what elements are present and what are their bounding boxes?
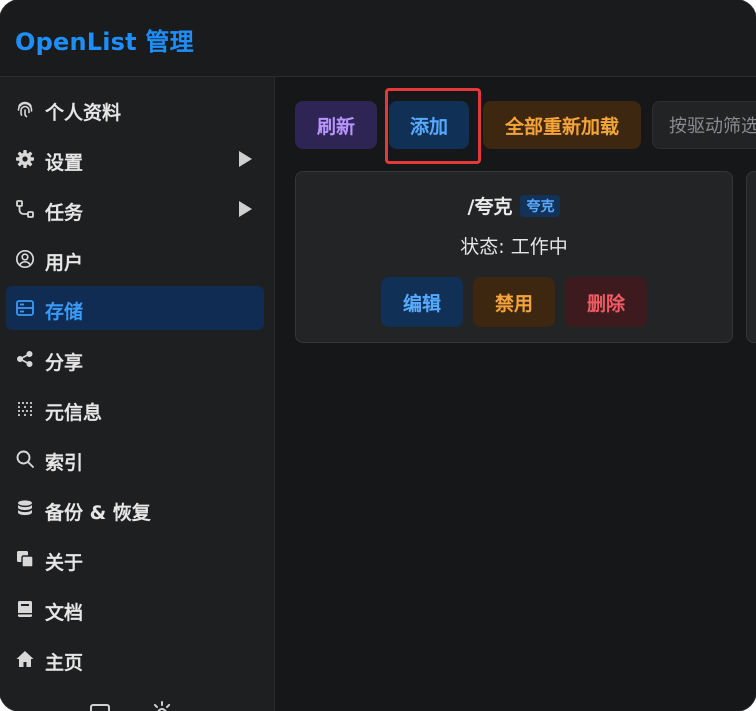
storage-status: 状态: 工作中 <box>460 236 568 258</box>
disable-button[interactable]: 禁用 <box>473 277 555 327</box>
share-icon <box>15 349 35 369</box>
sidebar-item-metadata[interactable]: 元信息 <box>6 387 264 431</box>
sidebar-item-label: 索引 <box>45 452 84 474</box>
main-content: 刷新 添加 全部重新加载 按驱动筛选 /夸克 夸克 状态: 工作中 编辑 禁用 删… <box>275 77 756 711</box>
storage-card-title: /夸克 夸克 <box>296 192 732 219</box>
storage-card-partial <box>746 171 756 343</box>
sidebar-item-label: 用户 <box>45 252 84 274</box>
sidebar-item-index[interactable]: 索引 <box>6 437 264 481</box>
sidebar-item-label: 元信息 <box>45 402 103 424</box>
sidebar-item-label: 主页 <box>45 652 84 674</box>
sidebar-item-backup-restore[interactable]: 备份 & 恢复 <box>6 487 264 531</box>
filter-placeholder: 按驱动筛选 <box>669 116 756 137</box>
sidebar-item-tasks[interactable]: 任务 <box>6 187 264 231</box>
sidebar-item-storage[interactable]: 存储 <box>6 286 264 330</box>
delete-button[interactable]: 删除 <box>565 277 647 327</box>
mount-path: /夸克 <box>467 196 513 218</box>
app-window: OpenList 管理 个人资料 设置 任务 用户 存储 分享 元信息 索引 备… <box>0 0 756 711</box>
refresh-button[interactable]: 刷新 <box>295 101 377 149</box>
sidebar-item-profile[interactable]: 个人资料 <box>6 87 264 131</box>
sidebar-item-label: 文档 <box>45 602 84 624</box>
edit-button[interactable]: 编辑 <box>381 277 463 327</box>
fingerprint-icon <box>15 99 35 119</box>
gear-icon <box>15 149 35 169</box>
storage-card: /夸克 夸克 状态: 工作中 编辑 禁用 删除 <box>295 171 733 343</box>
sidebar-item-about[interactable]: 关于 <box>6 537 264 581</box>
sidebar-item-label: 设置 <box>45 152 84 174</box>
storage-icon <box>15 298 35 318</box>
database-icon <box>15 499 35 519</box>
driver-filter-input[interactable]: 按驱动筛选 <box>652 101 756 149</box>
theme-icon[interactable] <box>88 702 112 711</box>
home-icon <box>15 649 35 669</box>
sidebar-item-label: 备份 & 恢复 <box>45 502 151 524</box>
copy-icon <box>15 549 35 569</box>
sidebar-item-users[interactable]: 用户 <box>6 237 264 281</box>
expand-arrow-icon <box>239 201 252 217</box>
app-title: OpenList 管理 <box>15 28 194 56</box>
book-icon <box>15 599 35 619</box>
sidebar-item-home[interactable]: 主页 <box>6 637 264 681</box>
expand-arrow-icon <box>239 151 252 167</box>
add-button[interactable]: 添加 <box>389 101 469 149</box>
sidebar-item-label: 任务 <box>45 202 84 224</box>
sidebar-item-settings[interactable]: 设置 <box>6 137 264 181</box>
sidebar-item-label: 个人资料 <box>45 102 122 124</box>
sidebar-item-share[interactable]: 分享 <box>6 337 264 381</box>
user-circle-icon <box>15 249 35 269</box>
sidebar-item-label: 关于 <box>45 552 84 574</box>
flow-icon <box>15 199 35 219</box>
sidebar-item-label: 分享 <box>45 352 84 374</box>
reload-all-button[interactable]: 全部重新加载 <box>483 101 641 149</box>
sidebar-item-docs[interactable]: 文档 <box>6 587 264 631</box>
search-icon <box>15 449 35 469</box>
sidebar-item-label: 存储 <box>45 301 84 323</box>
header: OpenList 管理 <box>0 0 756 77</box>
meta-icon <box>15 399 35 419</box>
sidebar: 个人资料 设置 任务 用户 存储 分享 元信息 索引 备份 & 恢复 关于 文档… <box>0 77 275 711</box>
sun-icon[interactable] <box>150 700 174 711</box>
driver-tag: 夸克 <box>520 195 561 217</box>
